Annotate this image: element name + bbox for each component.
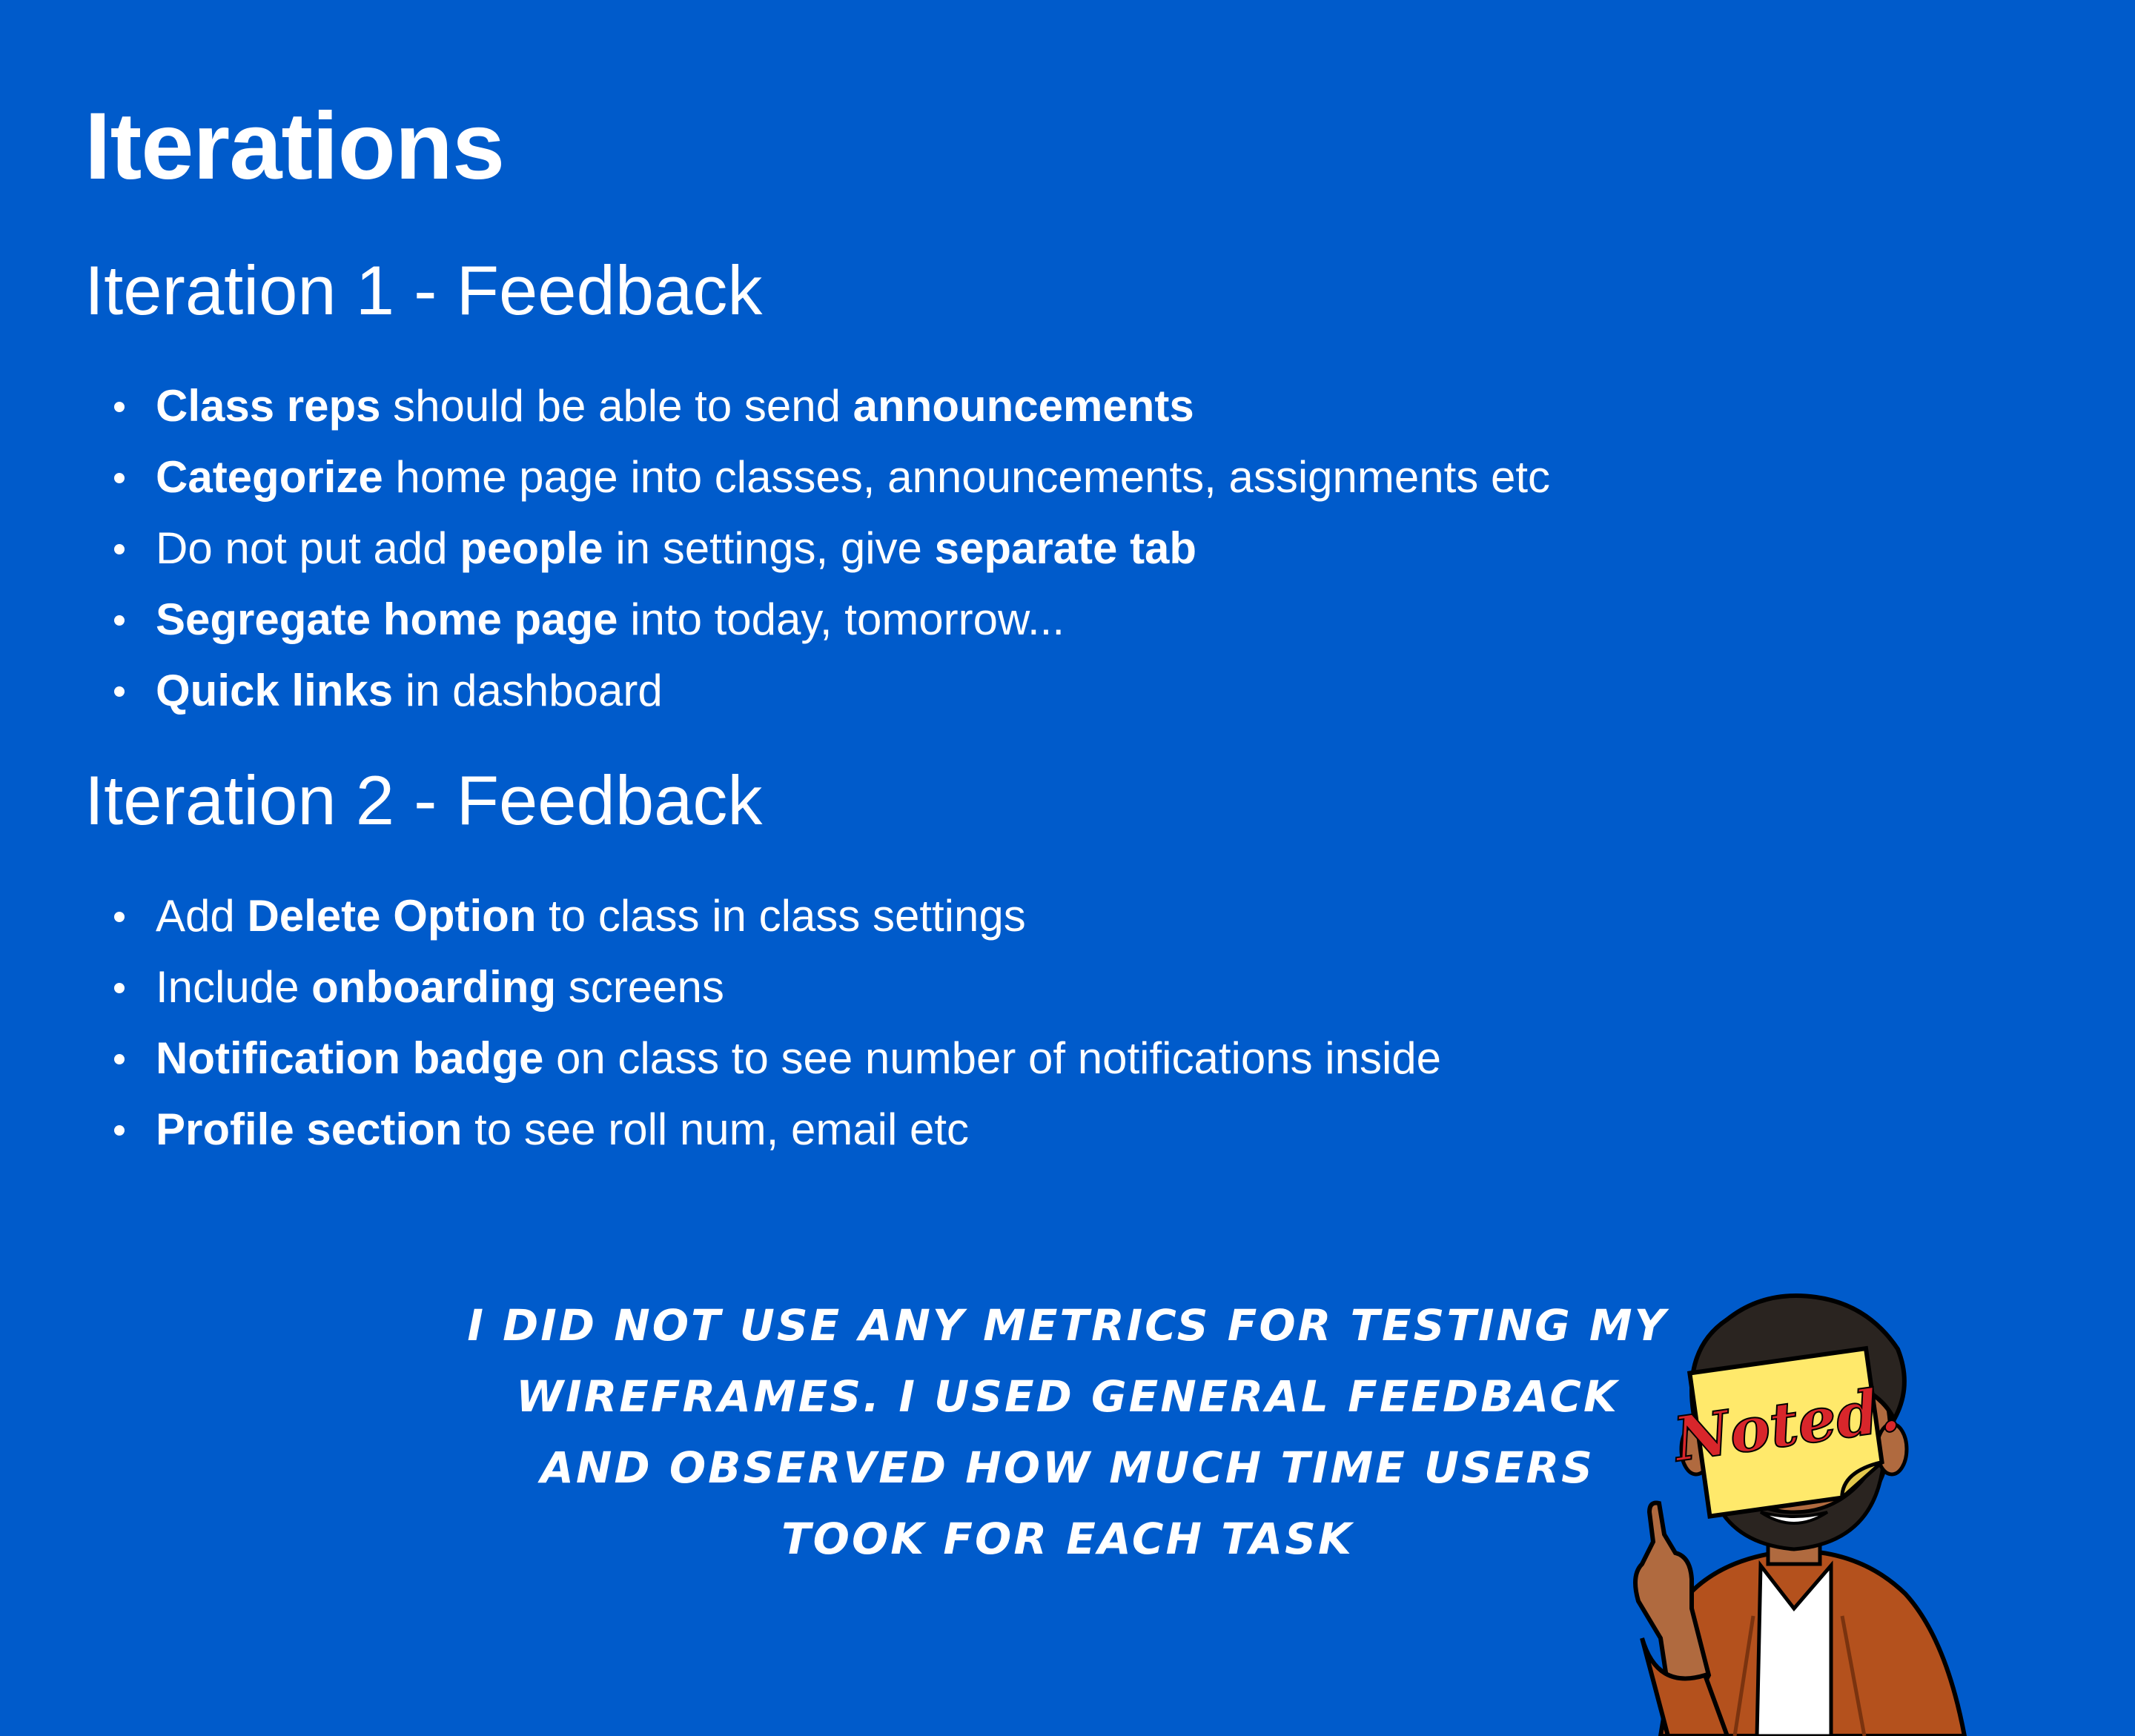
bullet-icon	[114, 1125, 125, 1136]
list-item: Categorize home page into classes, annou…	[111, 442, 1550, 513]
iteration-1-feedback-list: Class reps should be able to send announ…	[111, 371, 1550, 726]
list-item: Add Delete Option to class in class sett…	[111, 881, 1441, 952]
list-item: Profile section to see roll num, email e…	[111, 1094, 1441, 1165]
testing-note: I did not use any metrics for testing my…	[467, 1300, 1668, 1564]
bullet-icon	[114, 686, 125, 697]
list-item: Notification badge on class to see numbe…	[111, 1023, 1441, 1094]
bullet-icon	[114, 544, 125, 554]
list-item: Quick links in dashboard	[111, 655, 1550, 726]
list-item: Include onboarding screens	[111, 952, 1441, 1023]
list-item: Segregate home page into today, tomorrow…	[111, 584, 1550, 655]
bullet-icon	[114, 473, 125, 483]
page-title: Iterations	[85, 93, 505, 199]
list-item: Class reps should be able to send announ…	[111, 371, 1550, 442]
avatar-sticker: Noted.	[1633, 1293, 1967, 1736]
list-item: Do not put add people in settings, give …	[111, 513, 1550, 584]
iteration-1-title: Iteration 1 - Feedback	[85, 251, 763, 329]
bullet-icon	[114, 615, 125, 626]
bullet-icon	[114, 1054, 125, 1064]
bullet-icon	[114, 402, 125, 412]
bullet-icon	[114, 983, 125, 993]
iteration-2-feedback-list: Add Delete Option to class in class sett…	[111, 881, 1441, 1165]
iteration-2-title: Iteration 2 - Feedback	[85, 761, 763, 839]
bullet-icon	[114, 912, 125, 922]
